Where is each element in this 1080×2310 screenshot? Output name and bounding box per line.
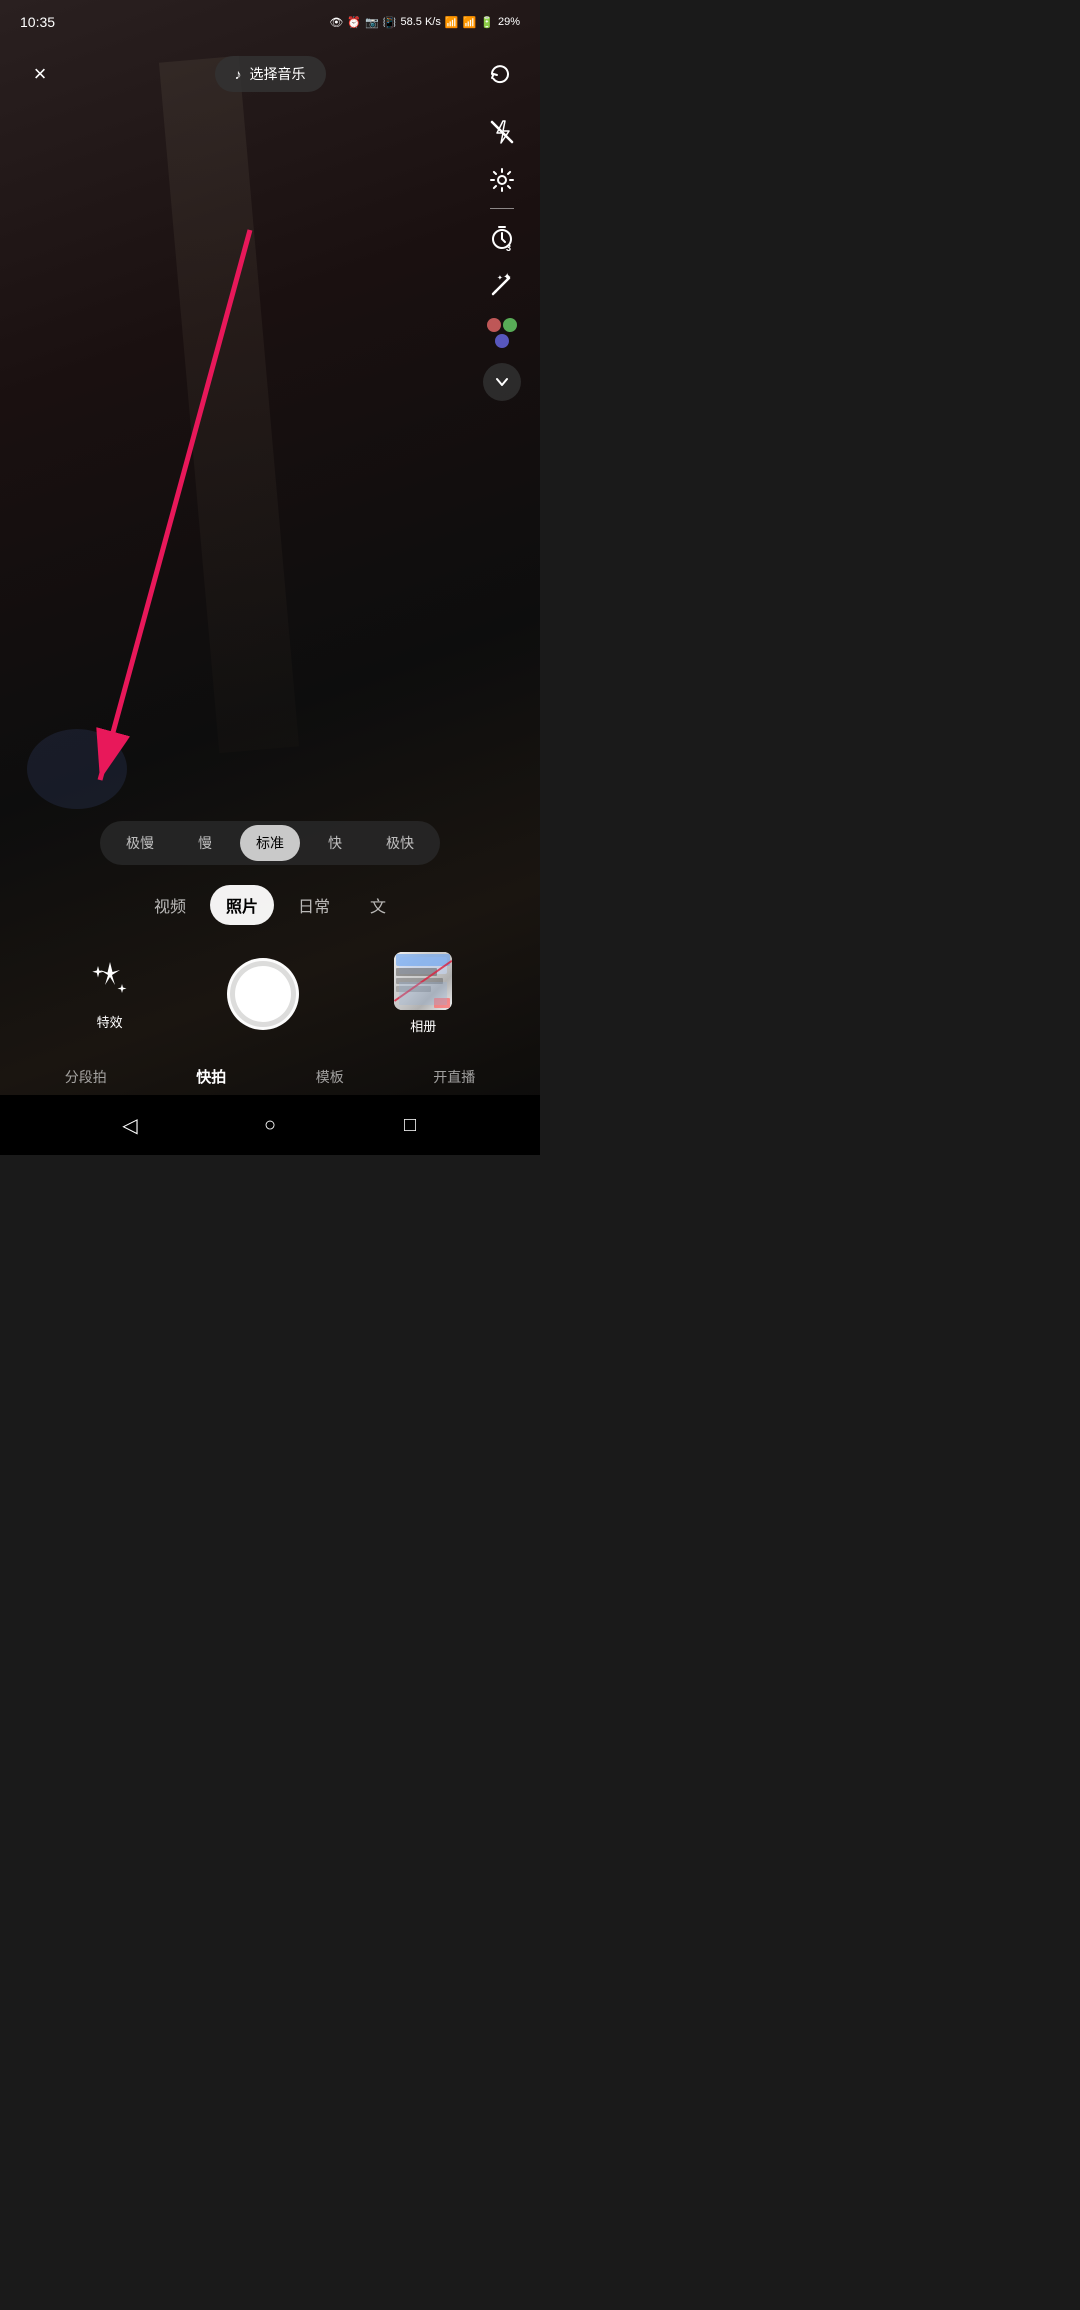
music-note-icon: ♪ bbox=[235, 66, 242, 82]
svg-text:✦: ✦ bbox=[497, 274, 503, 282]
wifi-icon: 📶 bbox=[445, 16, 459, 29]
color-filter-button[interactable] bbox=[480, 311, 524, 355]
album-label: 相册 bbox=[410, 1016, 436, 1035]
settings-button[interactable] bbox=[480, 158, 524, 202]
eye-icon: 👁 bbox=[329, 16, 343, 29]
recents-button[interactable]: □ bbox=[390, 1105, 430, 1145]
speed-very-slow[interactable]: 极慢 bbox=[110, 825, 170, 861]
sparkles-icon bbox=[88, 956, 132, 1006]
nav-segmented[interactable]: 分段拍 bbox=[53, 1059, 119, 1095]
shutter-inner bbox=[235, 966, 291, 1022]
album-thumbnail bbox=[394, 952, 452, 1010]
system-nav-bar: ◁ ○ □ bbox=[0, 1095, 540, 1155]
sidebar-divider bbox=[490, 208, 514, 209]
status-bar: 10:35 👁 ⏰ 📷 📳 58.5 K/s 📶 📶 🔋 29% bbox=[0, 0, 540, 44]
tab-text[interactable]: 文 bbox=[354, 885, 402, 925]
tab-daily[interactable]: 日常 bbox=[282, 885, 346, 925]
speed-very-fast[interactable]: 极快 bbox=[370, 825, 430, 861]
tab-photo[interactable]: 照片 bbox=[210, 885, 274, 925]
nav-quick-shot[interactable]: 快拍 bbox=[184, 1058, 238, 1095]
nav-live[interactable]: 开直播 bbox=[421, 1059, 487, 1095]
effects-label: 特效 bbox=[97, 1012, 123, 1031]
alarm-icon: ⏰ bbox=[347, 16, 361, 29]
signal-icon: 📶 bbox=[463, 16, 477, 29]
svg-text:✦: ✦ bbox=[503, 272, 511, 283]
magic-wand-button[interactable]: ✦ ✦ bbox=[480, 263, 524, 307]
speed-selector: 极慢 慢 标准 快 极快 bbox=[100, 821, 440, 865]
camera-icon: 📷 bbox=[365, 16, 379, 29]
music-select-button[interactable]: ♪ 选择音乐 bbox=[215, 56, 326, 92]
album-button[interactable]: 相册 bbox=[394, 952, 452, 1035]
tab-video[interactable]: 视频 bbox=[138, 885, 202, 925]
speed-fast[interactable]: 快 bbox=[312, 825, 358, 861]
right-sidebar: 3 ✦ ✦ bbox=[480, 110, 524, 401]
network-speed: 58.5 K/s bbox=[401, 16, 441, 28]
home-button[interactable]: ○ bbox=[250, 1105, 290, 1145]
refresh-button[interactable] bbox=[480, 54, 520, 94]
speed-slow[interactable]: 慢 bbox=[182, 825, 228, 861]
timer-button[interactable]: 3 bbox=[480, 215, 524, 259]
shutter-button[interactable] bbox=[227, 958, 299, 1030]
status-time: 10:35 bbox=[20, 14, 55, 30]
top-bar: × ♪ 选择音乐 bbox=[0, 44, 540, 104]
flash-off-button[interactable] bbox=[480, 110, 524, 154]
bottom-nav: 分段拍 快拍 模板 开直播 bbox=[0, 1058, 540, 1095]
svg-text:3: 3 bbox=[506, 243, 511, 251]
mode-tabs: 视频 照片 日常 文 bbox=[0, 885, 540, 925]
effects-button[interactable]: 特效 bbox=[88, 956, 132, 1031]
music-label: 选择音乐 bbox=[250, 64, 306, 84]
battery-percent: 29% bbox=[498, 16, 520, 28]
status-icons: 👁 ⏰ 📷 📳 58.5 K/s 📶 📶 🔋 29% bbox=[329, 16, 520, 29]
bottom-controls: 特效 相册 bbox=[0, 952, 540, 1035]
nav-template[interactable]: 模板 bbox=[304, 1059, 356, 1095]
more-options-button[interactable] bbox=[483, 363, 521, 401]
speed-normal[interactable]: 标准 bbox=[240, 825, 300, 861]
vibrate-icon: 📳 bbox=[383, 16, 397, 29]
back-button[interactable]: ◁ bbox=[110, 1105, 150, 1145]
close-button[interactable]: × bbox=[20, 54, 60, 94]
refresh-icon bbox=[488, 62, 512, 86]
battery-icon: 🔋 bbox=[480, 16, 494, 29]
